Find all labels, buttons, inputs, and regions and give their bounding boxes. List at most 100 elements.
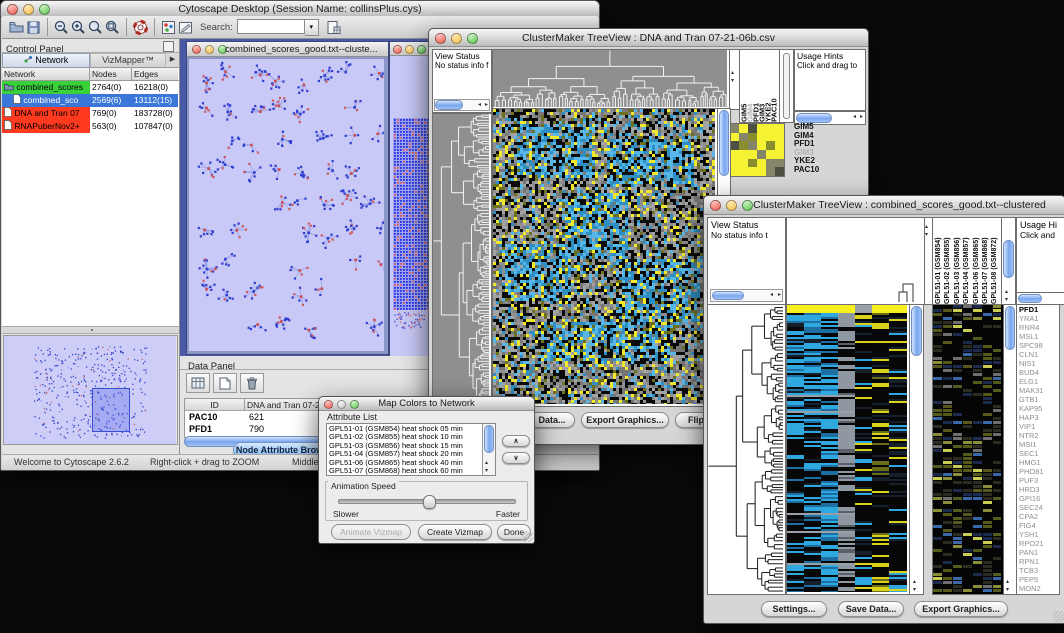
- tv2-gene-vscrollbar[interactable]: ▴ ▾: [1003, 304, 1017, 595]
- matrix-cell[interactable]: [739, 141, 748, 150]
- tv2-export-graphics-button[interactable]: Export Graphics...: [914, 601, 1008, 617]
- tv1-label-scroll-slot[interactable]: [779, 49, 794, 123]
- gene-label[interactable]: HMG1: [1019, 458, 1059, 467]
- gene-label[interactable]: RPO21: [1019, 539, 1059, 548]
- tv2-labels-vscrollbar[interactable]: ▴ ▾: [1001, 217, 1016, 305]
- vizmap-icon[interactable]: [160, 19, 177, 36]
- zoom-out-icon[interactable]: [53, 19, 70, 36]
- gene-label[interactable]: MSI1: [1019, 440, 1059, 449]
- search-input[interactable]: [237, 19, 305, 34]
- gene-label[interactable]: SPC98: [1019, 341, 1059, 350]
- matrix-cell[interactable]: [730, 124, 739, 133]
- matrix-cell[interactable]: [739, 124, 748, 133]
- close-button[interactable]: [192, 45, 201, 54]
- float-panel-icon[interactable]: [163, 41, 174, 52]
- attribute-list-vscrollbar[interactable]: ▴ ▾: [482, 424, 495, 475]
- nodes-col-header[interactable]: Nodes: [90, 68, 132, 80]
- tab-overflow-arrow[interactable]: ▶: [166, 53, 179, 67]
- tv1-status-hscrollbar[interactable]: ◂ ▸: [434, 99, 490, 111]
- gene-label[interactable]: NIS1: [1019, 359, 1059, 368]
- search-dropdown-button[interactable]: ▾: [305, 19, 319, 36]
- gene-label[interactable]: NTR2: [1019, 431, 1059, 440]
- network-table-row[interactable]: DNA and Tran 07769(0)183728(0): [2, 107, 179, 120]
- matrix-cell[interactable]: [775, 141, 784, 150]
- matrix-cell[interactable]: [739, 150, 748, 159]
- matrix-cell[interactable]: [766, 133, 775, 142]
- matrix-cell[interactable]: [730, 159, 739, 168]
- attribute-list-item[interactable]: GPL51-07 (GSM868) heat shock 60 min: [329, 467, 495, 475]
- edges-col-header[interactable]: Edges: [132, 68, 178, 80]
- matrix-cell[interactable]: [757, 141, 766, 150]
- move-up-button[interactable]: ∧: [502, 435, 530, 447]
- matrix-cell[interactable]: [748, 124, 757, 133]
- tv2-settings-button[interactable]: Settings...: [761, 601, 827, 617]
- animation-speed-slider[interactable]: [338, 499, 516, 504]
- gene-label[interactable]: PFD1: [1019, 305, 1059, 314]
- minimize-button[interactable]: [405, 45, 414, 54]
- gene-label[interactable]: KAP95: [1019, 404, 1059, 413]
- matrix-cell[interactable]: [748, 150, 757, 159]
- tv2-heatmap[interactable]: [786, 304, 910, 595]
- matrix-cell[interactable]: [757, 133, 766, 142]
- tv1-row-dendrogram[interactable]: [432, 113, 492, 407]
- matrix-cell[interactable]: [730, 150, 739, 159]
- panel-divider[interactable]: [2, 326, 179, 334]
- tv1-heatmap[interactable]: [492, 108, 718, 407]
- matrix-cell[interactable]: [766, 124, 775, 133]
- birdseye-view[interactable]: [3, 335, 178, 445]
- main-title-bar[interactable]: Cytoscape Desktop (Session Name: collins…: [1, 1, 599, 17]
- tv2-status-hscrollbar[interactable]: ◂ ▸: [710, 289, 783, 302]
- matrix-cell[interactable]: [766, 150, 775, 159]
- gene-label[interactable]: YSH1: [1019, 530, 1059, 539]
- gene-label[interactable]: SEC24: [1019, 503, 1059, 512]
- matrix-cell[interactable]: [775, 159, 784, 168]
- minimize-button[interactable]: [205, 45, 214, 54]
- network-view-1-canvas[interactable]: [189, 59, 384, 351]
- new-attribute-icon[interactable]: [213, 373, 237, 393]
- matrix-cell[interactable]: [730, 167, 739, 176]
- matrix-cell[interactable]: [766, 167, 775, 176]
- animate-vizmap-button[interactable]: Animate Vizmap: [331, 524, 411, 540]
- matrix-cell[interactable]: [730, 141, 739, 150]
- matrix-cell[interactable]: [766, 159, 775, 168]
- resize-grip[interactable]: [522, 531, 533, 542]
- gene-label[interactable]: GPI16: [1019, 494, 1059, 503]
- slider-thumb[interactable]: [423, 495, 436, 509]
- gene-label[interactable]: MON2: [1019, 584, 1059, 593]
- network-stats-icon[interactable]: [325, 19, 342, 36]
- gene-label[interactable]: MAK31: [1019, 386, 1059, 395]
- create-vizmap-button[interactable]: Create Vizmap: [418, 524, 492, 540]
- zoom-in-icon[interactable]: [70, 19, 87, 36]
- matrix-cell[interactable]: [748, 133, 757, 142]
- close-button[interactable]: [393, 45, 402, 54]
- matrix-cell[interactable]: [757, 150, 766, 159]
- matrix-cell[interactable]: [730, 133, 739, 142]
- tv1-column-dendrogram[interactable]: [492, 49, 730, 110]
- tv1-save-data-button[interactable]: Data...: [529, 412, 575, 428]
- network-table-row[interactable]: combined_scores2764(0)16218(0): [2, 81, 179, 94]
- gene-label[interactable]: MSL1: [1019, 332, 1059, 341]
- gene-label[interactable]: HRD3: [1019, 485, 1059, 494]
- tv2-save-data-button[interactable]: Save Data...: [838, 601, 904, 617]
- gene-label[interactable]: FIG4: [1019, 521, 1059, 530]
- open-session-icon[interactable]: [8, 19, 25, 36]
- matrix-cell[interactable]: [775, 133, 784, 142]
- tab-network[interactable]: Network: [2, 53, 90, 67]
- gene-label[interactable]: PAN1: [1019, 548, 1059, 557]
- gene-label[interactable]: YRA1: [1019, 314, 1059, 323]
- matrix-cell[interactable]: [739, 133, 748, 142]
- gene-label[interactable]: PEP5: [1019, 575, 1059, 584]
- matrix-cell[interactable]: [757, 159, 766, 168]
- gene-label[interactable]: VIP1: [1019, 422, 1059, 431]
- matrix-cell[interactable]: [748, 159, 757, 168]
- network-window-1[interactable]: combined_scores_good.txt--cluste...: [186, 41, 389, 355]
- gene-label[interactable]: PHO81: [1019, 467, 1059, 476]
- network-col-header[interactable]: Network: [2, 68, 90, 80]
- id-col-header[interactable]: ID: [185, 399, 245, 410]
- matrix-cell[interactable]: [757, 124, 766, 133]
- tv2-zoom-matrix[interactable]: [932, 304, 1004, 595]
- tv1-export-graphics-button[interactable]: Export Graphics...: [581, 412, 669, 428]
- gene-label[interactable]: SEC1: [1019, 449, 1059, 458]
- gene-label[interactable]: PUF3: [1019, 476, 1059, 485]
- gene-label[interactable]: HAP3: [1019, 413, 1059, 422]
